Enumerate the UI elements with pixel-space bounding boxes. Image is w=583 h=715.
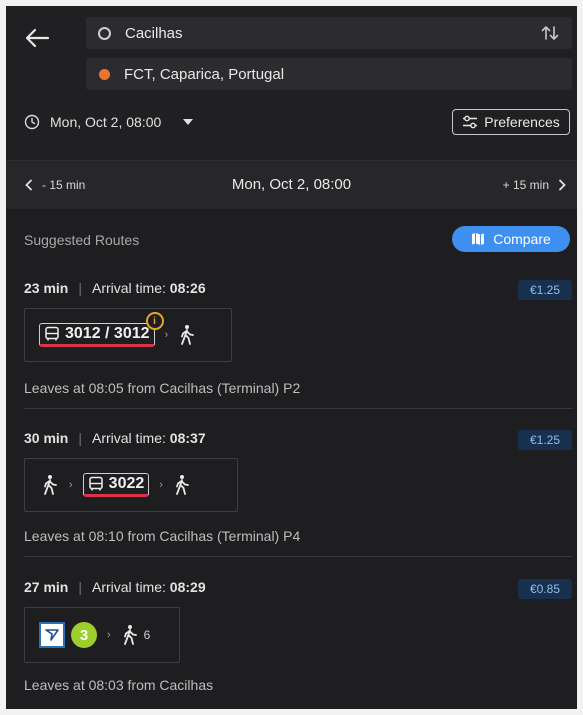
walk-icon <box>123 625 137 645</box>
bus-line-badge: 3022 <box>82 473 150 497</box>
time-shift-bar: - 15 min Mon, Oct 2, 08:00 + 15 min <box>6 160 577 209</box>
line-badge: 3 <box>71 622 97 648</box>
chevron-right-icon: › <box>69 479 73 491</box>
route-legs: 3 › 6 <box>24 607 180 663</box>
datetime-text: Mon, Oct 2, 08:00 <box>50 114 162 130</box>
warning-icon[interactable]: i <box>145 312 164 330</box>
route-divider <box>24 556 572 557</box>
bus-icon <box>45 326 59 341</box>
arrival-label: Arrival time: <box>92 430 166 446</box>
route-card[interactable]: 27 min | Arrival time: 08:29 €0.85 3 › 6… <box>6 567 577 707</box>
later-button[interactable]: + 15 min <box>503 178 567 192</box>
destination-field[interactable]: FCT, Caparica, Portugal <box>86 58 572 90</box>
route-departure-info: Leaves at 08:03 from Cacilhas <box>24 677 214 693</box>
origin-text: Cacilhas <box>125 24 183 42</box>
chevron-right-icon: › <box>107 629 111 641</box>
chevron-right-icon: › <box>164 329 169 341</box>
arrival-time: 08:29 <box>169 579 206 595</box>
route-card[interactable]: 23 min | Arrival time: 08:26 €1.25 3012 … <box>6 268 577 408</box>
separator: | <box>78 430 82 446</box>
walk-icon <box>176 475 189 495</box>
walk-icon <box>44 475 57 495</box>
route-price: €0.85 <box>518 579 572 599</box>
destination-text: FCT, Caparica, Portugal <box>124 65 285 83</box>
datetime-selector[interactable]: Mon, Oct 2, 08:00 <box>24 110 194 134</box>
chevron-right-icon <box>559 179 566 191</box>
bus-line-badge: 3012 / 3012 i <box>39 312 164 347</box>
ferry-operator-logo <box>39 622 65 648</box>
route-price: €1.25 <box>518 280 572 300</box>
route-departure-info: Leaves at 08:10 from Cacilhas (Terminal)… <box>24 528 301 544</box>
app-window: Cacilhas FCT, Caparica, Portugal Mon, Oc… <box>6 6 577 709</box>
route-duration: 30 min <box>24 430 69 446</box>
preferences-button[interactable]: Preferences <box>452 109 570 135</box>
shift-datetime: Mon, Oct 2, 08:00 <box>231 176 352 193</box>
suggested-routes-title: Suggested Routes <box>24 232 140 248</box>
map-icon <box>472 233 485 245</box>
bus-line-number: 3022 <box>108 475 145 492</box>
header: Cacilhas FCT, Caparica, Portugal Mon, Oc… <box>6 6 577 160</box>
origin-field[interactable]: Cacilhas <box>86 17 572 49</box>
route-departure-info: Leaves at 08:05 from Cacilhas (Terminal)… <box>24 380 301 396</box>
separator: | <box>78 579 82 595</box>
chevron-right-icon: › <box>159 479 163 491</box>
clock-icon <box>24 114 40 130</box>
route-legs: 3012 / 3012 i › <box>24 308 232 362</box>
bus-icon <box>88 476 103 491</box>
walk-icon <box>181 325 195 345</box>
chevron-down-icon <box>183 119 194 125</box>
route-summary: 30 min | Arrival time: 08:37 <box>24 430 206 446</box>
arrival-time: 08:37 <box>169 430 206 446</box>
route-duration: 27 min <box>24 579 69 595</box>
preferences-label: Preferences <box>484 114 560 130</box>
operator-logo-icon <box>45 629 59 641</box>
destination-marker-icon <box>99 68 110 80</box>
compare-button[interactable]: Compare <box>452 226 570 252</box>
route-price: €1.25 <box>518 430 572 450</box>
route-card[interactable]: 30 min | Arrival time: 08:37 €1.25 › 302… <box>6 418 577 558</box>
route-divider <box>24 408 572 409</box>
back-arrow-icon[interactable] <box>22 22 54 54</box>
sliders-icon <box>463 115 478 129</box>
arrival-label: Arrival time: <box>92 579 166 595</box>
route-legs: › 3022 › <box>24 458 238 512</box>
walk-minutes: 6 <box>143 628 151 642</box>
bus-line-number: 3012 / 3012 <box>65 325 150 342</box>
later-label: + 15 min <box>502 178 549 192</box>
arrival-label: Arrival time: <box>92 280 166 296</box>
route-duration: 23 min <box>24 280 69 296</box>
route-summary: 27 min | Arrival time: 08:29 <box>24 579 206 595</box>
compare-label: Compare <box>493 231 551 247</box>
origin-marker-icon <box>98 26 111 40</box>
swap-icon[interactable] <box>540 23 560 43</box>
separator: | <box>78 280 82 296</box>
route-summary: 23 min | Arrival time: 08:26 <box>24 280 206 296</box>
arrival-time: 08:26 <box>169 280 206 296</box>
